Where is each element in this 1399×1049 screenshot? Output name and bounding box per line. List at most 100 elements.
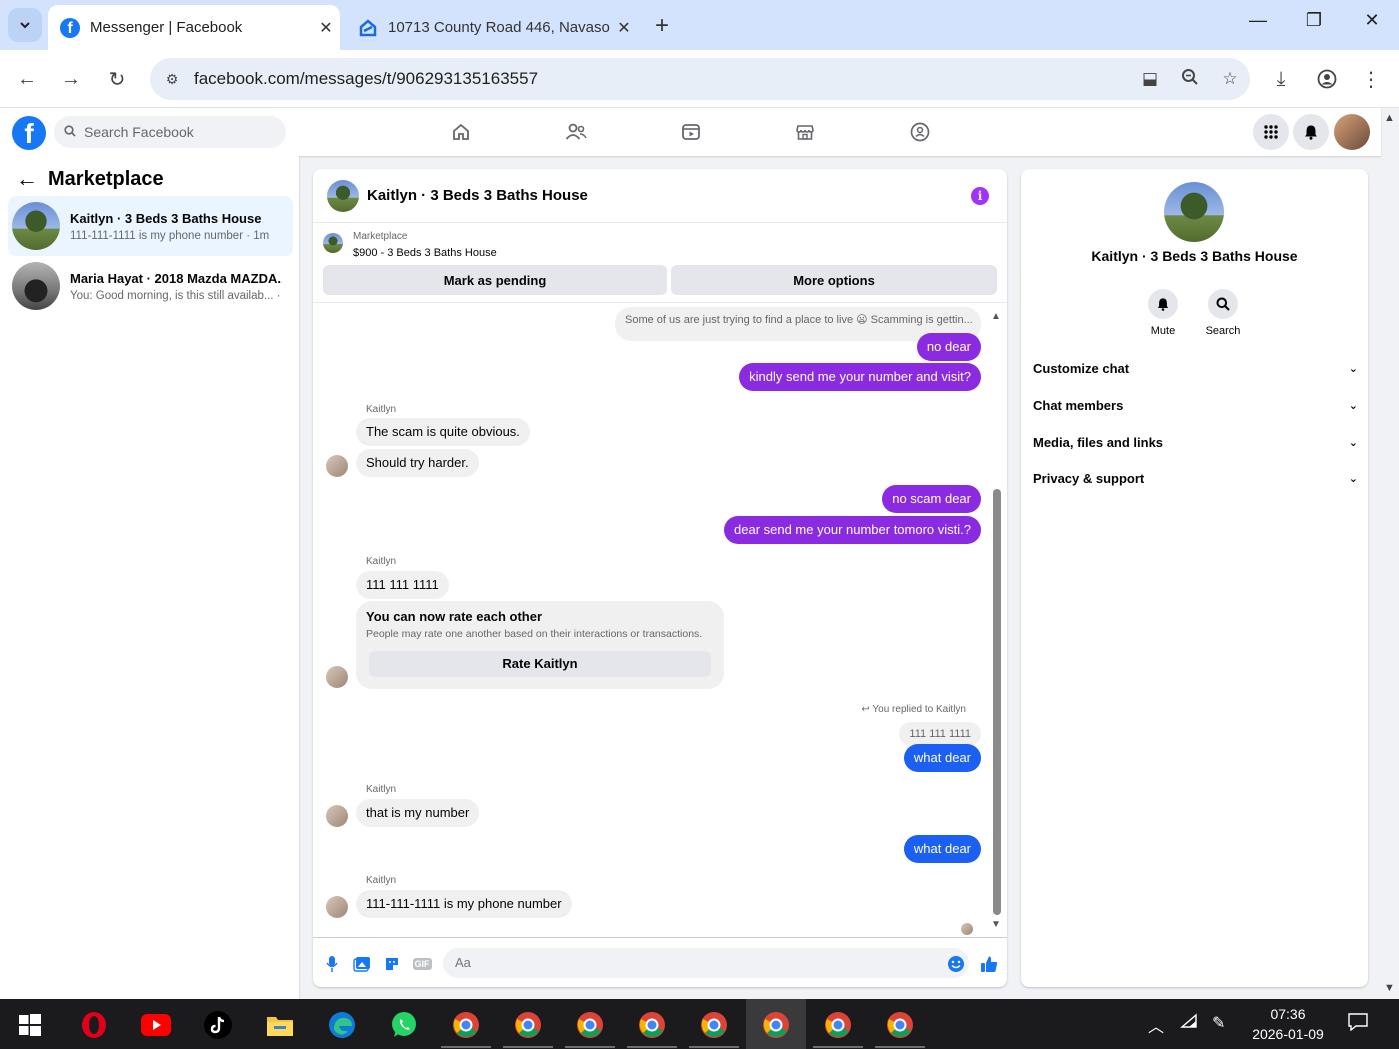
- scroll-thumb[interactable]: [993, 489, 1001, 915]
- conversation-preview: You: Good morning, is this still availab…: [70, 289, 282, 302]
- scroll-up-arrow[interactable]: ▲: [991, 311, 1001, 322]
- message-bubble-outgoing[interactable]: no scam dear: [882, 485, 981, 513]
- scroll-down-arrow[interactable]: ▼: [991, 919, 1001, 930]
- close-window-button[interactable]: ✕: [1352, 10, 1392, 31]
- message-bubble-incoming[interactable]: Should try harder.: [356, 449, 479, 477]
- taskbar-indicator: [627, 1046, 677, 1048]
- home-icon[interactable]: [441, 118, 481, 146]
- message-bubble-incoming[interactable]: 111 111 1111: [356, 571, 449, 599]
- message-bubble-outgoing[interactable]: no dear: [916, 333, 981, 361]
- chrome-profile-icon[interactable]: [822, 1009, 854, 1041]
- marketplace-listing[interactable]: Marketplace $900 - 3 Beds 3 Baths House: [323, 231, 497, 259]
- youtube-icon[interactable]: [140, 1009, 172, 1041]
- profile-avatar[interactable]: [1334, 114, 1370, 150]
- customize-chat-section[interactable]: Customize chat ⌄: [1033, 356, 1358, 380]
- profile-icon[interactable]: [1312, 64, 1342, 94]
- reply-note: ↩ You replied to Kaitlyn: [861, 704, 966, 715]
- restore-button[interactable]: ❐: [1294, 10, 1334, 31]
- mark-as-pending-button[interactable]: Mark as pending: [323, 265, 667, 295]
- friends-icon[interactable]: [556, 118, 596, 146]
- message-bubble-outgoing[interactable]: dear send me your number tomoro visti.?: [724, 516, 981, 544]
- chrome-profile-icon[interactable]: [760, 1009, 792, 1041]
- groups-icon[interactable]: [900, 118, 940, 146]
- reload-button[interactable]: ↻: [102, 64, 132, 94]
- notifications-center-icon[interactable]: [1348, 1013, 1368, 1036]
- file-explorer-icon[interactable]: [264, 1009, 296, 1041]
- install-app-icon[interactable]: ⬓: [1130, 69, 1170, 89]
- tab-zillow[interactable]: 10713 County Road 446, Navaso ✕: [348, 5, 638, 50]
- menu-grid-icon[interactable]: [1253, 114, 1289, 150]
- tab-search-button[interactable]: [8, 8, 42, 42]
- microphone-icon[interactable]: [321, 954, 343, 974]
- address-bar[interactable]: ⚙ facebook.com/messages/t/90629313516355…: [150, 58, 1250, 100]
- search-conversation-button[interactable]: Search: [1193, 289, 1253, 337]
- page-scroll-up-arrow[interactable]: ▲: [1384, 112, 1395, 124]
- emoji-icon[interactable]: [945, 954, 967, 974]
- back-arrow-icon[interactable]: ←: [16, 166, 38, 192]
- chrome-profile-icon[interactable]: [884, 1009, 916, 1041]
- conversation-list-panel: ← Marketplace Kaitlyn · 3 Beds 3 Baths H…: [0, 156, 300, 999]
- edge-icon[interactable]: [326, 1009, 358, 1041]
- whatsapp-icon[interactable]: [388, 1009, 420, 1041]
- chrome-profile-icon[interactable]: [574, 1009, 606, 1041]
- watch-icon[interactable]: [671, 118, 711, 146]
- gif-icon[interactable]: GIF: [411, 954, 433, 974]
- photo-icon[interactable]: [351, 954, 373, 974]
- close-tab-icon[interactable]: ✕: [312, 18, 340, 38]
- chat-scrollbar[interactable]: ▲ ▼: [991, 303, 1003, 937]
- more-options-button[interactable]: More options: [671, 265, 997, 295]
- like-icon[interactable]: [978, 954, 1000, 974]
- sticker-icon[interactable]: [381, 954, 403, 974]
- info-icon[interactable]: i: [971, 187, 989, 205]
- back-button[interactable]: ←: [12, 64, 42, 94]
- zoom-icon[interactable]: [1170, 68, 1210, 91]
- conversation-item[interactable]: Kaitlyn · 3 Beds 3 Baths House 111-111-1…: [8, 196, 293, 256]
- minimize-button[interactable]: —: [1238, 10, 1278, 31]
- tiktok-icon[interactable]: [202, 1009, 234, 1041]
- media-files-links-section[interactable]: Media, files and links ⌄: [1033, 430, 1358, 454]
- page-scroll-down-arrow[interactable]: ▼: [1384, 982, 1395, 994]
- close-tab-icon[interactable]: ✕: [610, 18, 638, 38]
- message-bubble-outgoing[interactable]: kindly send me your number and visit?: [739, 363, 981, 391]
- rate-kaitlyn-button[interactable]: Rate Kaitlyn: [369, 651, 711, 677]
- marketplace-icon[interactable]: [785, 118, 825, 146]
- pen-icon[interactable]: ✎: [1212, 1013, 1225, 1033]
- chevron-up-icon[interactable]: ︿: [1148, 1013, 1164, 1037]
- message-bubble-outgoing[interactable]: what dear: [903, 744, 981, 772]
- opera-icon[interactable]: [78, 1009, 110, 1041]
- tab-messenger[interactable]: f Messenger | Facebook ✕: [48, 5, 340, 50]
- chat-members-section[interactable]: Chat members ⌄: [1033, 393, 1358, 417]
- forward-button[interactable]: →: [56, 64, 86, 94]
- sender-name: Kaitlyn: [366, 875, 397, 886]
- taskbar-clock[interactable]: 07:36 2026-01-09: [1240, 1004, 1336, 1044]
- message-bubble-incoming[interactable]: The scam is quite obvious.: [356, 418, 530, 446]
- chrome-profile-icon[interactable]: [636, 1009, 668, 1041]
- downloads-icon[interactable]: ⤓: [1266, 64, 1296, 94]
- new-tab-button[interactable]: +: [648, 12, 676, 40]
- sender-avatar: [326, 455, 348, 477]
- url-text[interactable]: facebook.com/messages/t/906293135163557: [194, 69, 1130, 89]
- notifications-icon[interactable]: [1293, 114, 1329, 150]
- windows-start-icon[interactable]: [14, 1009, 46, 1041]
- facebook-search-input[interactable]: Search Facebook: [54, 116, 286, 148]
- conversation-item[interactable]: Maria Hayat · 2018 Mazda MAZDA... You: G…: [8, 256, 293, 316]
- chrome-profile-icon[interactable]: [512, 1009, 544, 1041]
- browser-menu-icon[interactable]: ⋮: [1356, 64, 1386, 94]
- wifi-icon[interactable]: [1180, 1013, 1198, 1034]
- mute-button[interactable]: Mute: [1133, 289, 1193, 337]
- contact-avatar[interactable]: [1164, 182, 1224, 242]
- message-input[interactable]: [443, 948, 969, 978]
- chat-avatar[interactable]: [327, 179, 359, 212]
- site-settings-icon[interactable]: ⚙: [150, 71, 194, 88]
- message-bubble-incoming[interactable]: 111-111-1111 is my phone number: [356, 890, 572, 918]
- chat-title[interactable]: Kaitlyn · 3 Beds 3 Baths House: [367, 187, 588, 204]
- message-bubble-incoming[interactable]: that is my number: [356, 799, 480, 827]
- quoted-message[interactable]: 111 111 1111: [899, 722, 981, 746]
- facebook-logo[interactable]: f: [12, 116, 46, 150]
- chrome-profile-icon[interactable]: [698, 1009, 730, 1041]
- conversation-avatar: [12, 202, 60, 250]
- privacy-support-section[interactable]: Privacy & support ⌄: [1033, 466, 1358, 490]
- bookmark-star-icon[interactable]: ☆: [1210, 69, 1250, 89]
- chrome-profile-icon[interactable]: [450, 1009, 482, 1041]
- message-bubble-outgoing[interactable]: what dear: [903, 835, 981, 863]
